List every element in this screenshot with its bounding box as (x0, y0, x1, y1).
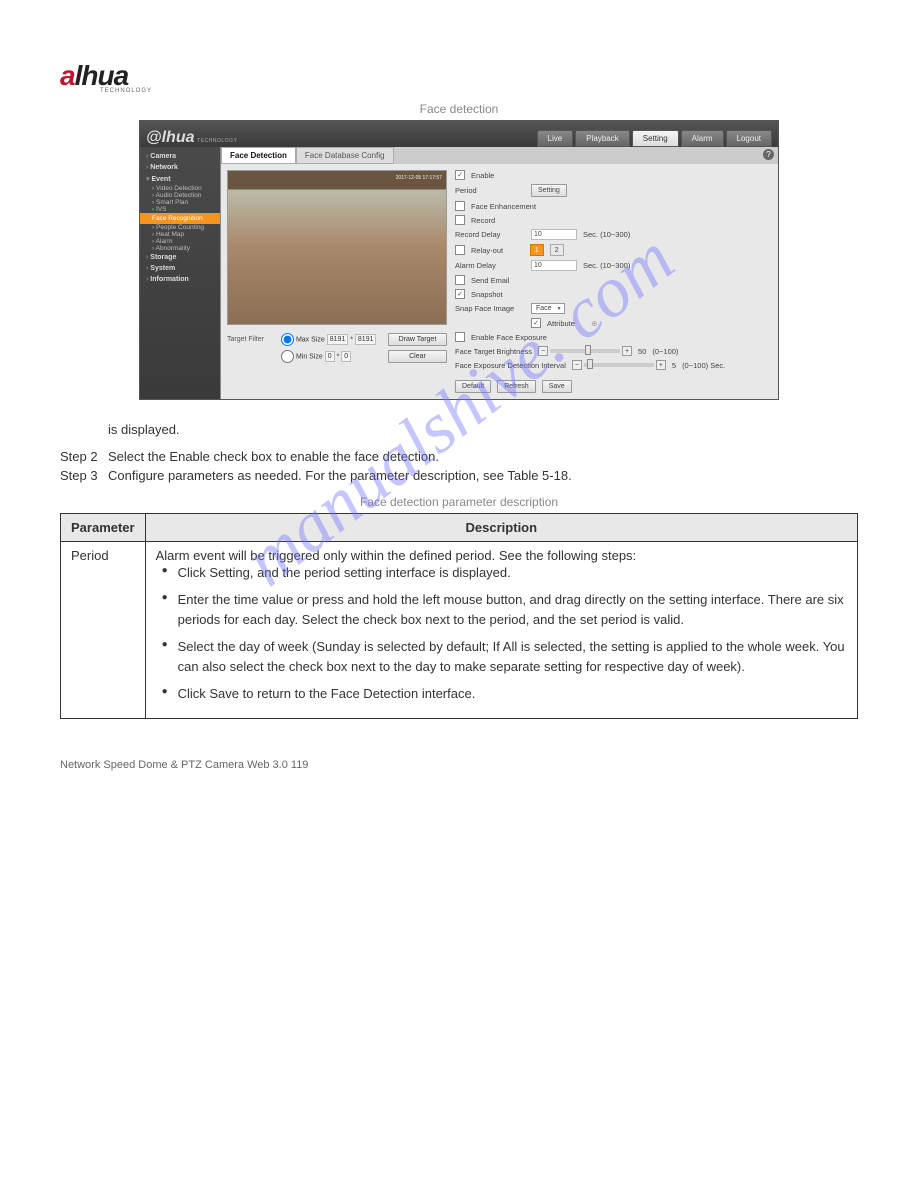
fei-range: (0~100) Sec. (682, 361, 725, 370)
top-nav: Live Playback Setting Alarm Logout (537, 130, 772, 147)
send-email-label: Send Email (471, 276, 509, 285)
video-preview: 2017-12-05 17:17:57 (227, 170, 447, 325)
sidebar-system[interactable]: › System (140, 263, 220, 274)
nav-logout[interactable]: Logout (726, 130, 772, 147)
snap-face-label: Snap Face Image (455, 304, 525, 313)
alarm-delay-label: Alarm Delay (455, 261, 525, 270)
period-label: Period (455, 186, 525, 195)
target-filter-label: Target Filter (227, 336, 277, 343)
max-h-input[interactable]: 8191 (355, 334, 377, 345)
enable-exp-label: Enable Face Exposure (471, 333, 547, 342)
preview-timestamp: 2017-12-05 17:17:57 (396, 175, 442, 181)
ftb-range: (0~100) (652, 347, 678, 356)
snap-face-select[interactable]: Face (531, 303, 565, 314)
snapshot-checkbox[interactable]: ✓ (455, 289, 465, 299)
fei-value: 5 (672, 361, 676, 370)
nav-playback[interactable]: Playback (575, 130, 629, 147)
relay-out-label: Relay-out (471, 246, 503, 255)
sidebar-audio-detection[interactable]: › Audio Detection (140, 192, 220, 199)
sidebar-event[interactable]: ▾ Event (140, 173, 220, 185)
min-h-input[interactable]: 0 (341, 351, 351, 362)
attribute-label: Attribute (547, 319, 575, 328)
record-delay-input[interactable]: 10 (531, 229, 577, 240)
intro-text: is displayed. (108, 420, 858, 441)
period-setting-button[interactable]: Setting (531, 184, 567, 197)
nav-alarm[interactable]: Alarm (681, 130, 724, 147)
ftb-value: 50 (638, 347, 646, 356)
ftb-label: Face Target Brightness (455, 347, 532, 356)
fei-label: Face Exposure Detection Interval (455, 361, 566, 370)
alarm-delay-input[interactable]: 10 (531, 260, 577, 271)
draw-target-button[interactable]: Draw Target (388, 333, 447, 346)
attribute-icon[interactable]: ⊕ (591, 319, 597, 328)
relay-out-checkbox[interactable] (455, 245, 465, 255)
record-checkbox[interactable] (455, 215, 465, 225)
sidebar-alarm[interactable]: › Alarm (140, 238, 220, 245)
help-icon[interactable]: ? (763, 149, 774, 160)
tab-face-db-config[interactable]: Face Database Config (296, 147, 394, 164)
sidebar-storage[interactable]: › Storage (140, 252, 220, 263)
record-label: Record (471, 216, 495, 225)
snapshot-label: Snapshot (471, 290, 503, 299)
sidebar-face-recognition[interactable]: Face Recognition (140, 213, 220, 224)
face-enh-label: Face Enhancement (471, 202, 536, 211)
min-size-radio[interactable] (281, 350, 294, 363)
figure-screenshot: @lhua TECHNOLOGY Live Playback Setting A… (139, 120, 779, 400)
page-footer: Network Speed Dome & PTZ Camera Web 3.0 … (0, 759, 918, 801)
step-2: Step 2Select the Enable check box to ena… (60, 449, 858, 464)
ftb-slider[interactable]: −+ (538, 346, 632, 356)
sidebar: › Camera › Network ▾ Event › Video Detec… (140, 147, 220, 399)
sidebar-smart-plan[interactable]: › Smart Plan (140, 199, 220, 206)
enable-exp-checkbox[interactable] (455, 332, 465, 342)
th-parameter: Parameter (61, 513, 146, 541)
max-w-input[interactable]: 8191 (327, 334, 349, 345)
sidebar-ivs[interactable]: › IVS (140, 206, 220, 213)
relay-1-button[interactable]: 1 (530, 244, 544, 256)
enable-label: Enable (471, 171, 494, 180)
face-enh-checkbox[interactable] (455, 201, 465, 211)
step-3: Step 3Configure parameters as needed. Fo… (60, 468, 858, 483)
default-button[interactable]: Default (455, 380, 491, 393)
max-size-radio[interactable] (281, 333, 294, 346)
th-description: Description (145, 513, 857, 541)
sidebar-video-detection[interactable]: › Video Detection (140, 185, 220, 192)
send-email-checkbox[interactable] (455, 275, 465, 285)
fei-slider[interactable]: −+ (572, 360, 666, 370)
save-button[interactable]: Save (542, 380, 572, 393)
nav-live[interactable]: Live (537, 130, 574, 147)
td-param-period: Period (61, 541, 146, 718)
attribute-checkbox[interactable]: ✓ (531, 318, 541, 328)
param-table: Parameter Description Period Alarm event… (60, 513, 858, 719)
sidebar-abnormality[interactable]: › Abnormality (140, 245, 220, 252)
enable-checkbox[interactable]: ✓ (455, 170, 465, 180)
brand-logo: alhua TECHNOLOGY (60, 60, 858, 94)
record-delay-label: Record Delay (455, 230, 525, 239)
sidebar-heat-map[interactable]: › Heat Map (140, 231, 220, 238)
relay-2-button[interactable]: 2 (550, 244, 564, 256)
alarm-delay-hint: Sec. (10~300) (583, 261, 630, 270)
clear-button[interactable]: Clear (388, 350, 447, 363)
sidebar-people-counting[interactable]: › People Counting (140, 224, 220, 231)
app-logo: @lhua (146, 129, 195, 148)
sidebar-camera[interactable]: › Camera (140, 151, 220, 162)
refresh-button[interactable]: Refresh (497, 380, 536, 393)
sidebar-network[interactable]: › Network (140, 162, 220, 173)
min-w-input[interactable]: 0 (325, 351, 335, 362)
nav-setting[interactable]: Setting (632, 130, 679, 147)
figure-label: Face detection (60, 102, 858, 116)
table-title: Face detection parameter description (60, 495, 858, 509)
tab-face-detection[interactable]: Face Detection (221, 147, 296, 164)
td-desc-period: Alarm event will be triggered only withi… (145, 541, 857, 718)
sidebar-information[interactable]: › Information (140, 274, 220, 285)
record-delay-hint: Sec. (10~300) (583, 230, 630, 239)
